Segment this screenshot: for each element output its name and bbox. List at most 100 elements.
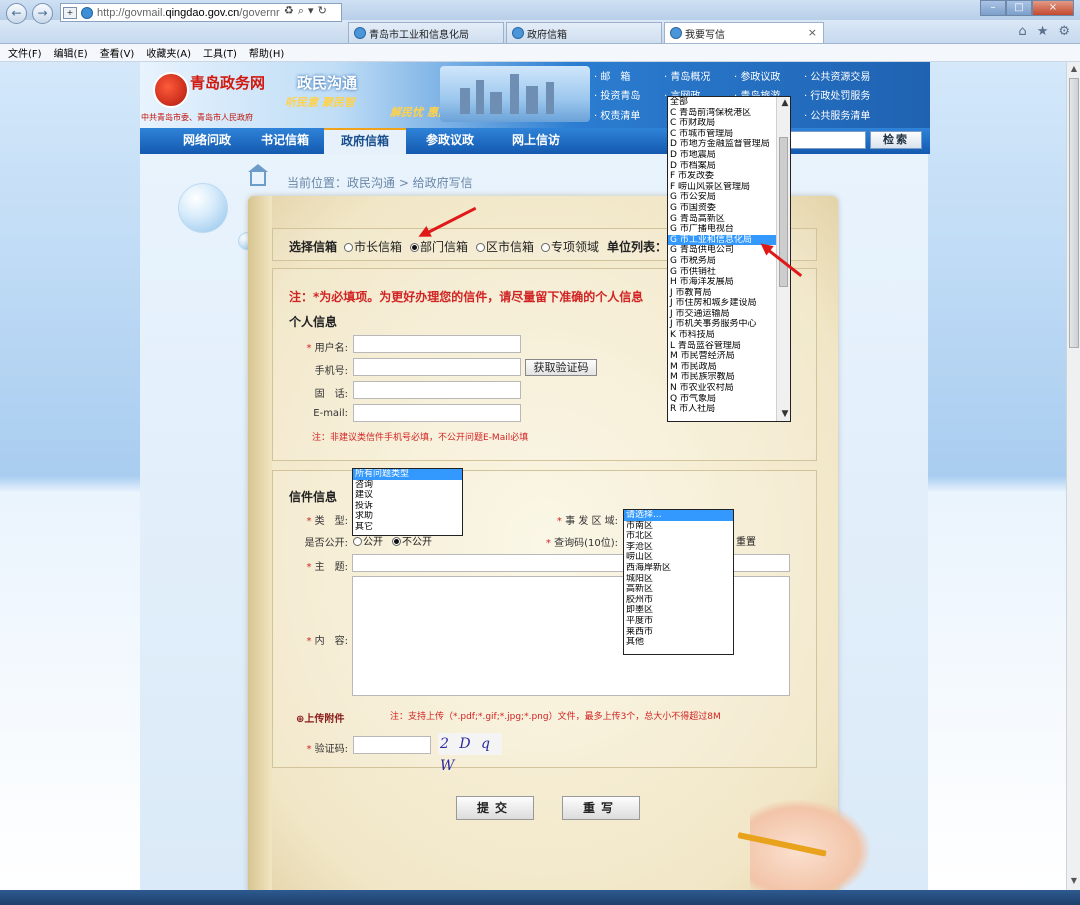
tab-industry-bureau[interactable]: 青岛市工业和信息化局 <box>348 22 504 43</box>
quick-link[interactable]: · 青岛概况 <box>664 68 734 85</box>
unit-option[interactable]: J 市教育局 <box>668 288 790 299</box>
quick-link[interactable]: · 参政议政 <box>734 68 804 85</box>
type-option[interactable]: 其它 <box>353 522 462 533</box>
area-option[interactable]: 即墨区 <box>624 605 733 616</box>
submit-button[interactable]: 提交 <box>456 796 534 820</box>
unit-option[interactable]: G 市广播电视台 <box>668 224 790 235</box>
menu-favorites[interactable]: 收藏夹(A) <box>146 45 191 60</box>
area-option[interactable]: 崂山区 <box>624 552 733 563</box>
unit-option[interactable]: F 市发改委 <box>668 171 790 182</box>
unit-option[interactable]: D 市地震局 <box>668 150 790 161</box>
area-option[interactable]: 李沧区 <box>624 542 733 553</box>
area-option[interactable]: 请选择... <box>624 510 733 521</box>
menu-tools[interactable]: 工具(T) <box>203 45 237 60</box>
nav-government-mailbox[interactable]: 政府信箱 <box>324 128 406 154</box>
site-search-input[interactable] <box>788 131 866 149</box>
upload-attachment-link[interactable]: ⊕上传附件 <box>296 710 344 725</box>
tel-input[interactable] <box>353 381 521 399</box>
unit-option[interactable]: C 市财政局 <box>668 118 790 129</box>
dropdown-arrow-icon[interactable]: ▾ <box>308 4 314 18</box>
menu-view[interactable]: 查看(V) <box>100 45 135 60</box>
reset-button[interactable]: 重写 <box>562 796 640 820</box>
menu-edit[interactable]: 编辑(E) <box>54 45 88 60</box>
tab-government-mailbox[interactable]: 政府信箱 <box>506 22 662 43</box>
get-code-button[interactable]: 获取验证码 <box>525 359 597 376</box>
radio-special-field[interactable]: 专项领域 <box>541 238 599 255</box>
radio-mayor-mailbox[interactable]: 市长信箱 <box>344 238 402 255</box>
unit-option[interactable]: K 市科技局 <box>668 330 790 341</box>
area-option[interactable]: 平度市 <box>624 616 733 627</box>
area-option[interactable]: 西海岸新区 <box>624 563 733 574</box>
settings-gear-icon[interactable]: ⚙ <box>1058 24 1070 39</box>
site-search-button[interactable]: 检索 <box>870 131 922 149</box>
unit-option[interactable]: J 市住房和城乡建设局 <box>668 298 790 309</box>
quick-link[interactable]: · 权责清单 <box>594 107 664 124</box>
unit-option[interactable]: J 市交通运输局 <box>668 309 790 320</box>
unit-option[interactable]: D 市地方金融监督管理局 <box>668 139 790 150</box>
nav-online-petition[interactable]: 网上信访 <box>496 128 576 154</box>
quick-link[interactable]: · 公共资源交易 <box>804 68 892 85</box>
unit-option[interactable]: R 市人社局 <box>668 404 790 415</box>
area-option[interactable]: 城阳区 <box>624 574 733 585</box>
unit-option[interactable]: M 市民营经济局 <box>668 351 790 362</box>
type-option[interactable]: 咨询 <box>353 480 462 491</box>
unit-option[interactable]: N 市农业农村局 <box>668 383 790 394</box>
scroll-up-icon[interactable]: ▲ <box>1068 64 1080 76</box>
maximize-button[interactable]: □ <box>1006 0 1032 16</box>
unit-option[interactable]: M 市民政局 <box>668 362 790 373</box>
close-window-button[interactable]: × <box>1032 0 1074 16</box>
captcha-image[interactable]: 2 D q W <box>438 733 502 774</box>
email-input[interactable] <box>353 404 521 422</box>
nav-participate[interactable]: 参政议政 <box>410 128 490 154</box>
type-option[interactable]: 投诉 <box>353 501 462 512</box>
home-icon[interactable]: ⌂ <box>1018 24 1026 39</box>
page-scrollbar[interactable]: ▲ ▼ <box>1066 62 1080 890</box>
back-button[interactable]: ← <box>6 3 27 24</box>
unit-option[interactable]: G 市国资委 <box>668 203 790 214</box>
area-option[interactable]: 胶州市 <box>624 595 733 606</box>
area-dropdown-list[interactable]: 请选择... 市南区 市北区 李沧区 崂山区 西海岸新区 城阳区 高新区 胶州市… <box>623 509 734 655</box>
scroll-down-icon[interactable]: ▼ <box>1068 876 1080 888</box>
refresh-icon[interactable]: ↻ <box>318 4 327 18</box>
scroll-up-icon[interactable]: ▲ <box>778 98 790 109</box>
scrollbar-thumb[interactable] <box>1069 78 1079 348</box>
breadcrumb-home-icon[interactable] <box>248 164 268 186</box>
unit-option[interactable]: Q 市气象局 <box>668 394 790 405</box>
radio-district-mailbox[interactable]: 区市信箱 <box>476 238 534 255</box>
search-icon[interactable]: ⌕ <box>298 4 304 18</box>
area-option[interactable]: 市南区 <box>624 521 733 532</box>
quick-link[interactable]: · 公共服务清单 <box>804 107 892 124</box>
unit-option[interactable]: G 市供销社 <box>668 267 790 278</box>
unit-option[interactable]: M 市民族宗教局 <box>668 372 790 383</box>
forward-button[interactable]: → <box>32 3 53 24</box>
area-option[interactable]: 高新区 <box>624 584 733 595</box>
area-option[interactable]: 市北区 <box>624 531 733 542</box>
unit-option[interactable]: L 青岛蓝谷管理局 <box>668 341 790 352</box>
phone-input[interactable] <box>353 358 521 376</box>
area-option[interactable]: 其他 <box>624 637 733 648</box>
quick-link[interactable]: · 邮 箱 <box>594 68 664 85</box>
unit-option[interactable]: J 市机关事务服务中心 <box>668 319 790 330</box>
tab-close-icon[interactable]: × <box>808 26 817 39</box>
unit-option[interactable]: C 青岛前湾保税港区 <box>668 108 790 119</box>
favorites-star-icon[interactable]: ★ <box>1037 24 1049 39</box>
radio-department-mailbox[interactable]: 部门信箱 <box>410 238 468 255</box>
type-option[interactable]: 建议 <box>353 490 462 501</box>
username-input[interactable] <box>353 335 521 353</box>
compat-view-icon[interactable]: ♻ <box>284 4 294 18</box>
tab-write-letter[interactable]: 我要写信 × <box>664 22 824 43</box>
menu-help[interactable]: 帮助(H) <box>249 45 284 60</box>
unit-option[interactable]: H 市海洋发展局 <box>668 277 790 288</box>
type-option[interactable]: 所有问题类型 <box>353 469 462 480</box>
unit-option[interactable]: G 市税务局 <box>668 256 790 267</box>
minimize-button[interactable]: – <box>980 0 1006 16</box>
quick-link[interactable]: · 投资青岛 <box>594 87 664 104</box>
unit-option[interactable]: G 青岛高新区 <box>668 214 790 225</box>
type-option[interactable]: 求助 <box>353 511 462 522</box>
unit-option[interactable]: G 市公安局 <box>668 192 790 203</box>
scroll-down-icon[interactable]: ▼ <box>778 409 790 420</box>
unit-option[interactable]: C 市城市管理局 <box>668 129 790 140</box>
unit-option[interactable]: 全部 <box>668 97 790 108</box>
query-reset-link[interactable]: 重置 <box>736 533 756 548</box>
menu-file[interactable]: 文件(F) <box>8 45 42 60</box>
